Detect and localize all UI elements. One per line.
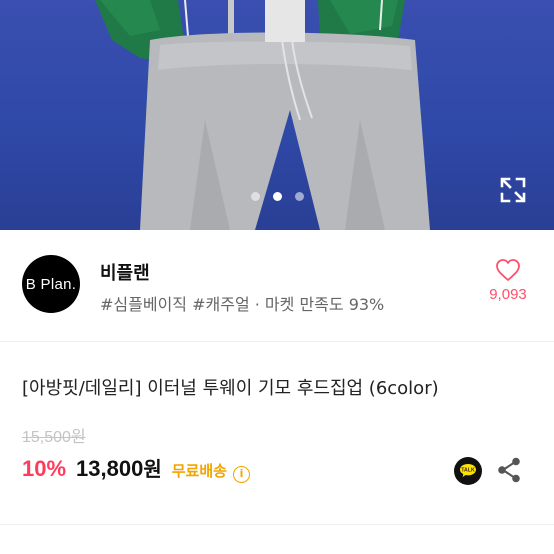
sale-price-value: 13,800 (76, 456, 144, 481)
share-button[interactable] (496, 456, 522, 484)
like-count: 9,093 (489, 286, 527, 303)
shop-logo[interactable]: B Plan. (22, 255, 80, 313)
shop-tags: #심플베이직 #캐주얼 · 마켓 만족도 93% (100, 295, 385, 314)
share-icon (498, 457, 520, 483)
section-divider (0, 524, 554, 525)
carousel-dot[interactable] (250, 192, 260, 201)
price-row: 10% 13,800원 무료배송 i (22, 453, 250, 487)
free-shipping-label: 무료배송 (171, 462, 227, 480)
shop-logo-text: B Plan. (25, 275, 77, 293)
carousel-dot[interactable] (294, 192, 304, 201)
kakaotalk-icon: TALK (454, 457, 482, 485)
carousel-dot-active[interactable] (272, 192, 282, 201)
product-detail-page: B Plan. 비플랜 #심플베이직 #캐주얼 · 마켓 만족도 93% 9,0… (0, 0, 554, 554)
like-button[interactable]: 9,093 (478, 258, 538, 303)
price-unit: 원 (143, 459, 162, 481)
info-icon[interactable]: i (232, 466, 250, 483)
kakao-talk-button[interactable]: TALK (453, 456, 483, 486)
product-image-carousel[interactable] (0, 0, 554, 230)
section-divider (0, 341, 554, 342)
sale-price: 13,800원 (76, 453, 162, 482)
discount-rate: 10% (22, 456, 67, 481)
carousel-indicator (0, 192, 554, 201)
expand-icon[interactable] (498, 175, 528, 205)
heart-icon (496, 259, 520, 281)
shop-name[interactable]: 비플랜 (100, 259, 150, 285)
product-title: [아방핏/데일리] 이터널 투웨이 기모 후드집업 (6color) (22, 378, 439, 399)
talk-label: TALK (461, 468, 475, 474)
original-price: 15,500원 (22, 429, 86, 446)
